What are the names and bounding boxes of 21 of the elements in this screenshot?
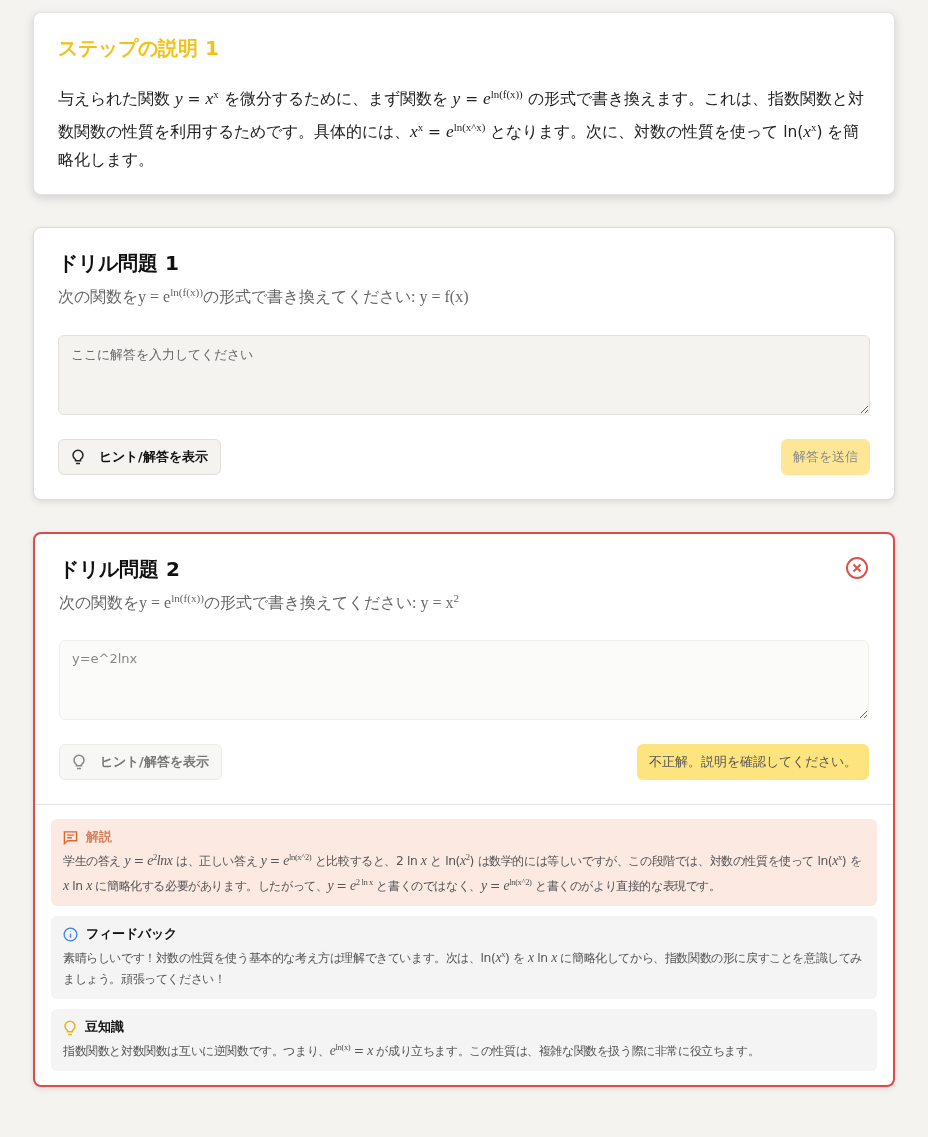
info-icon	[63, 927, 78, 943]
message-icon	[63, 829, 78, 845]
drill-title: ドリル問題 1	[58, 250, 179, 278]
submit-button[interactable]: 不正解。説明を確認してください。	[637, 743, 869, 780]
step-explanation: 与えられた関数 y = x$^{x}$ を微分するために、まず関数を y = e$^{ln(f(x))}$ の形式で書き換えます。これは、指数関数と対数関数の性質を利用するためです。具体的には、x$^{x}$ = e$^{ln(x^x)}$ となります。次に、対数の性質を使って ln(x$^{x}$) を簡略化します。	[58, 87, 865, 172]
panel-text: 学生の答え y = e$^{2}$lnx は、正しい答え y = e$^{ln(x^2)}$ と比較すると、2 ln x と ln(x$^{2}$) は数学的には等しいですが、この段階では、対数の性質を使って ln(x$^{x}$) を x ln x に簡略化する必要があります。したがって、y = e$^{2 ln x}$ と書くのではなく、y = e$^{ln(x^2)}$ と書くのがより直接的な表現です。	[63, 850, 863, 896]
panel-title: 解説	[86, 828, 112, 846]
hint-button[interactable]: ヒント/解答を表示	[58, 438, 221, 475]
panel-text: 指数関数と対数関数は互いに逆関数です。つまり、e$^{ln(x)}$ = x が成り立ちます。この性質は、複雑な関数を扱う際に非常に役立ちます。	[63, 1041, 761, 1061]
panel-title: 豆知識	[85, 1019, 124, 1037]
drill-question: 次の関数をy = e$^{ln(f(x))}$の形式で書き換えてください: y = x$^{2}$	[59, 590, 461, 614]
drill-question: 次の関数をy = e$^{ln(f(x))}$の形式で書き換えてください: y = f(x)	[58, 285, 470, 308]
panel-text: 素晴らしいです！対数の性質を使う基本的な考え方は理解できています。次は、ln(x$^{x}$) を x ln x に簡略化してから、指数関数の形に戻すことを意識してみましょう。頑張ってください！	[63, 948, 864, 989]
lightbulb-icon	[72, 753, 86, 770]
lightbulb-icon	[63, 1019, 77, 1036]
lightbulb-icon	[71, 448, 85, 465]
drill-title: ドリル問題 2	[59, 555, 180, 583]
panel-title: フィードバック	[86, 926, 177, 944]
answer-field[interactable]: ここに解答を入力してください	[58, 334, 870, 415]
error-icon	[845, 555, 869, 580]
step-title: ステップの説明 1	[58, 35, 220, 62]
